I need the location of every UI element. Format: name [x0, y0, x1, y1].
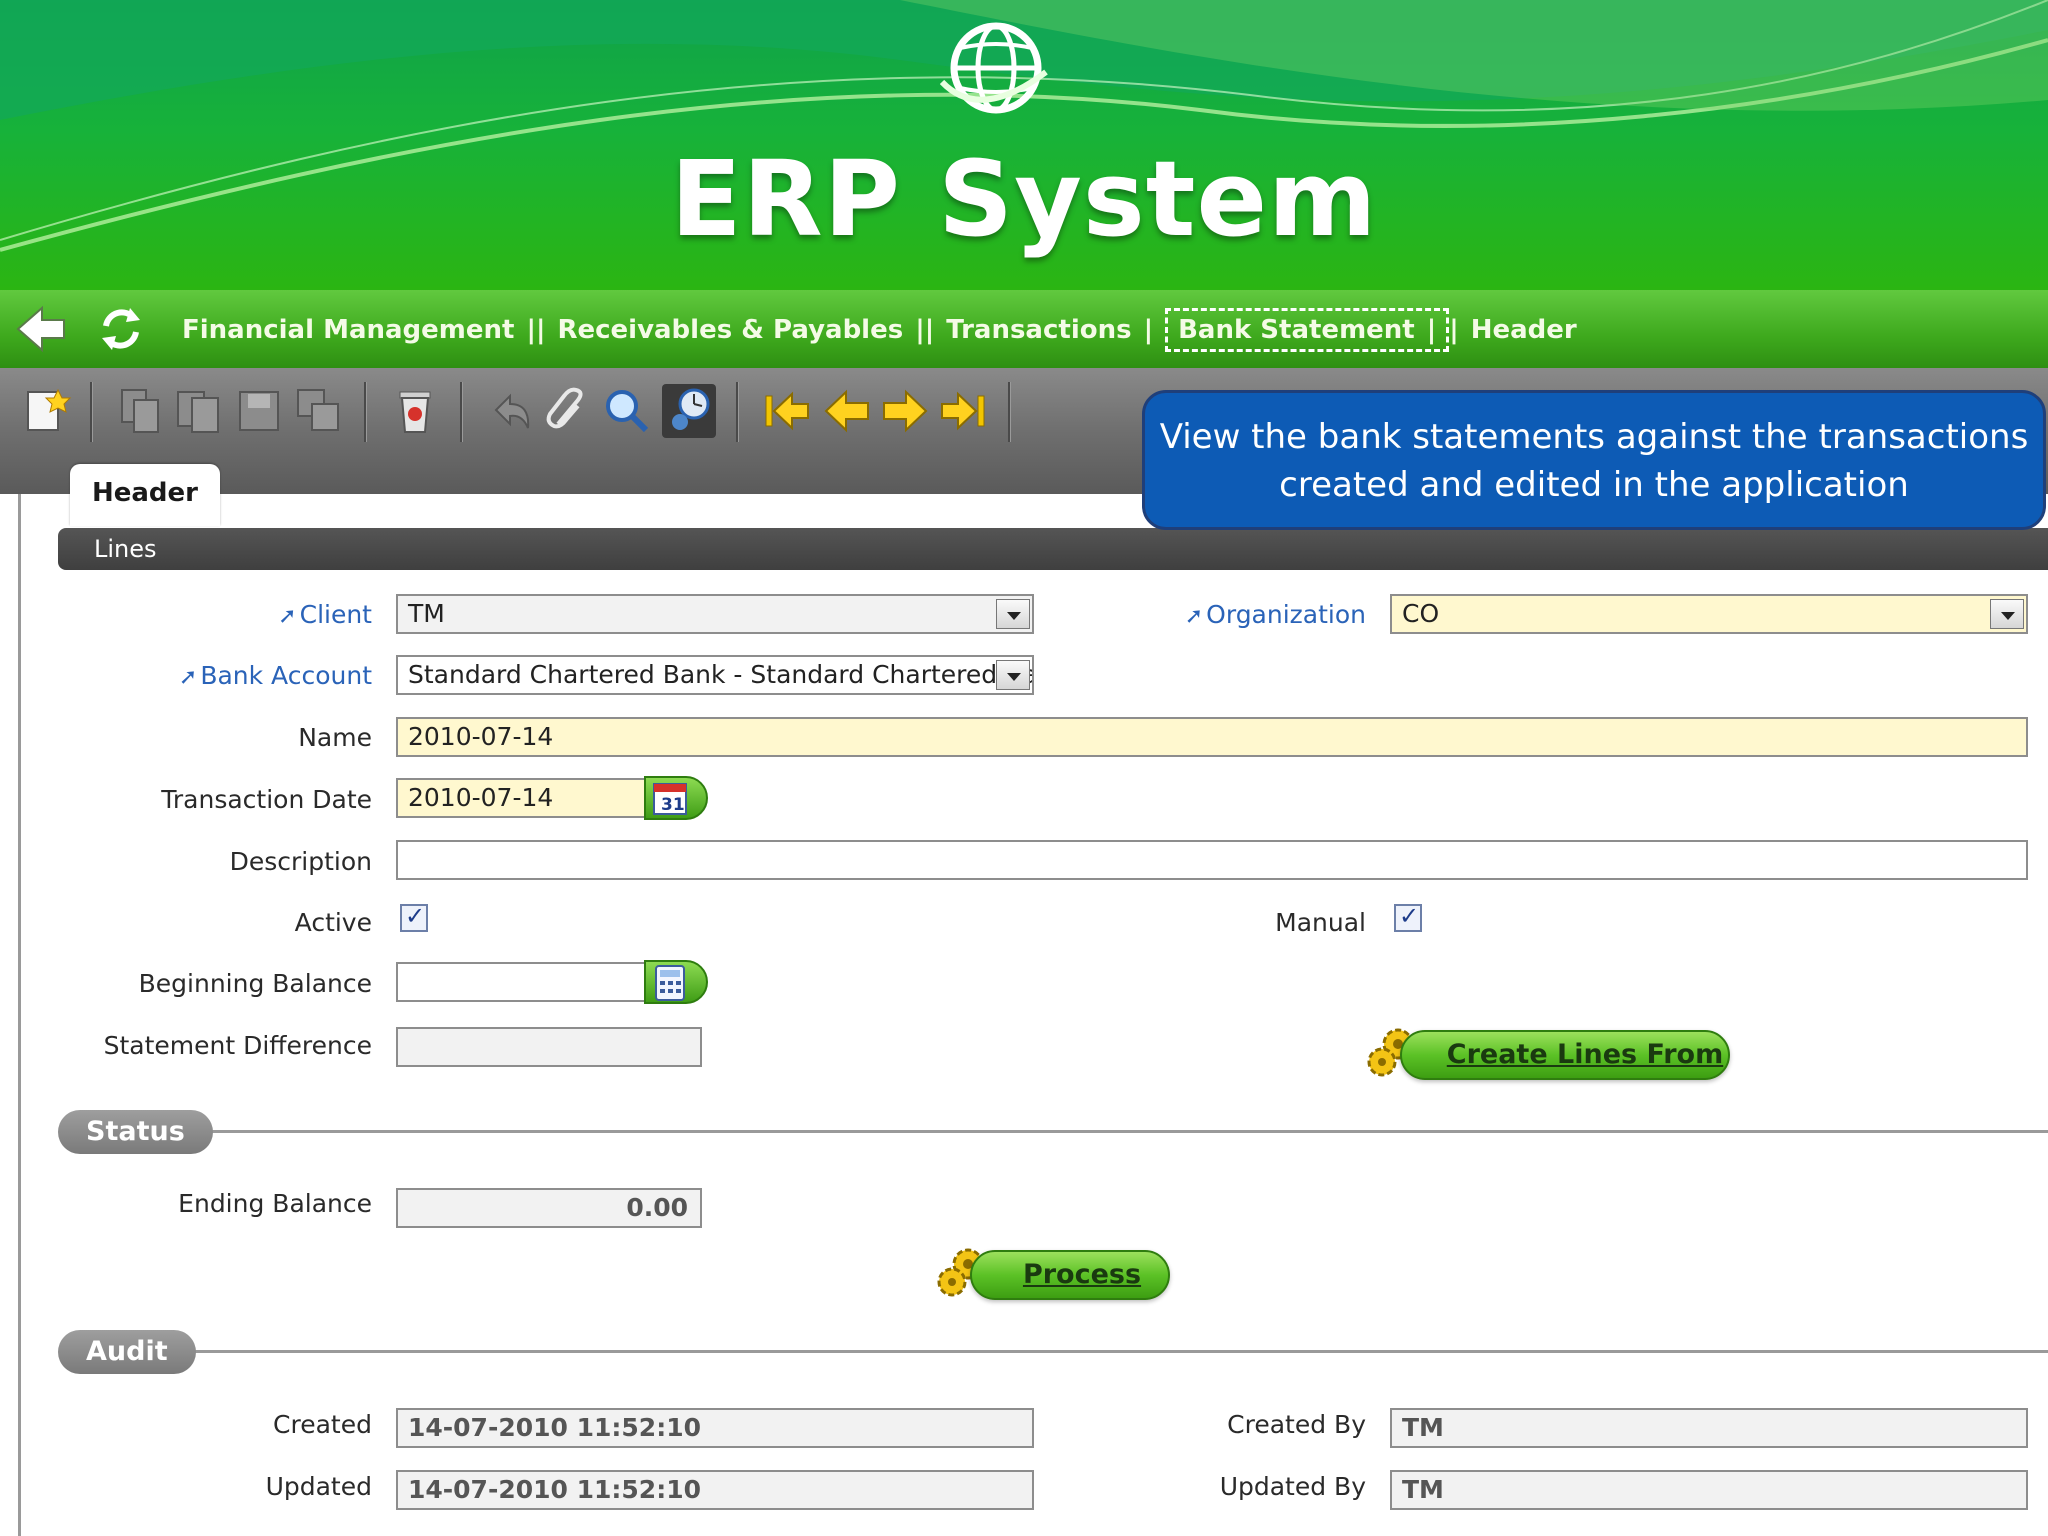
copy-icon[interactable] — [114, 384, 168, 438]
back-arrow-icon[interactable] — [14, 304, 68, 354]
process-button[interactable]: Process — [970, 1250, 1170, 1300]
tab-header[interactable]: Header — [70, 464, 220, 526]
app-title: ERP System — [670, 138, 1378, 260]
toolbar-separator — [90, 382, 93, 442]
save-icon[interactable] — [232, 384, 286, 438]
statement-difference-field — [396, 1027, 702, 1067]
globe-logo-icon — [940, 22, 1048, 114]
breadcrumb: Financial Management || Receivables & Pa… — [182, 308, 1577, 352]
calendar-day: 31 — [661, 795, 685, 815]
bank-account-label-text: Bank Account — [200, 661, 372, 690]
refresh-icon[interactable] — [96, 304, 146, 354]
chevron-down-icon[interactable] — [996, 660, 1030, 690]
breadcrumb-separator: | — [1143, 315, 1154, 345]
toolbar-separator — [1008, 382, 1011, 442]
client-select[interactable]: TM — [396, 594, 1034, 634]
updated-field: 14-07-2010 11:52:10 — [396, 1470, 1034, 1510]
link-arrow-icon: ➚ — [178, 665, 198, 690]
updated-by-label: Updated By — [1219, 1472, 1366, 1501]
copy-record-icon[interactable] — [172, 384, 226, 438]
ending-balance-label: Ending Balance — [178, 1189, 372, 1218]
section-divider — [178, 1350, 2048, 1353]
bank-account-select[interactable]: Standard Chartered Bank - Standard Chart… — [396, 655, 1034, 695]
created-by-field: TM — [1390, 1408, 2028, 1448]
link-arrow-icon: ➚ — [278, 604, 297, 629]
breadcrumb-bank-statement[interactable]: Bank Statement | — [1165, 308, 1450, 352]
calendar-icon: 31 — [653, 783, 687, 815]
breadcrumb-separator: || — [915, 315, 935, 345]
breadcrumb-transactions[interactable]: Transactions — [946, 315, 1131, 345]
toolbar-separator — [364, 382, 367, 442]
beginning-balance-label: Beginning Balance — [138, 969, 372, 998]
description-field[interactable] — [396, 840, 2028, 880]
organization-label[interactable]: ➚ Organization — [1185, 600, 1366, 629]
app-banner: ERP System — [0, 0, 2048, 290]
new-record-icon[interactable] — [20, 384, 74, 438]
created-label: Created — [273, 1410, 372, 1439]
last-record-icon[interactable] — [936, 384, 990, 438]
organization-value: CO — [1402, 599, 1440, 628]
breadcrumb-separator: || — [526, 315, 546, 345]
tab-lines[interactable]: Lines — [58, 528, 2048, 570]
name-label: Name — [298, 723, 372, 752]
calculator-button[interactable] — [644, 960, 708, 1004]
created-by-label: Created By — [1227, 1410, 1366, 1439]
manual-label: Manual — [1275, 908, 1366, 937]
history-icon[interactable] — [662, 384, 716, 438]
undo-icon[interactable] — [484, 384, 538, 438]
toolbar-separator — [736, 382, 739, 442]
status-section-title[interactable]: Status — [58, 1110, 213, 1154]
created-field: 14-07-2010 11:52:10 — [396, 1408, 1034, 1448]
audit-section: Audit — [58, 1330, 2048, 1374]
form-area — [18, 494, 2048, 1536]
breadcrumb-header[interactable]: Header — [1471, 315, 1577, 345]
active-checkbox[interactable] — [400, 902, 428, 932]
calculator-icon — [655, 965, 685, 1001]
first-record-icon[interactable] — [760, 384, 814, 438]
organization-label-text: Organization — [1206, 600, 1366, 629]
manual-checkbox[interactable] — [1394, 902, 1422, 932]
transaction-date-label: Transaction Date — [161, 785, 372, 814]
statement-difference-label: Statement Difference — [103, 1031, 372, 1060]
active-label: Active — [294, 908, 372, 937]
calendar-button[interactable]: 31 — [644, 776, 708, 820]
save-copy-icon[interactable] — [292, 384, 346, 438]
client-label[interactable]: ➚ Client — [278, 600, 372, 629]
updated-label: Updated — [265, 1472, 372, 1501]
description-label: Description — [229, 847, 372, 876]
audit-section-title[interactable]: Audit — [58, 1330, 196, 1374]
breadcrumb-separator: | — [1449, 315, 1459, 345]
delete-icon[interactable] — [388, 384, 442, 438]
previous-record-icon[interactable] — [820, 384, 874, 438]
breadcrumb-bank-statement-label: Bank Statement — [1178, 315, 1415, 345]
next-record-icon[interactable] — [878, 384, 932, 438]
breadcrumb-financial-management[interactable]: Financial Management — [182, 315, 514, 345]
client-label-text: Client — [299, 600, 372, 629]
breadcrumb-separator: | — [1426, 315, 1437, 345]
search-icon[interactable] — [600, 384, 654, 438]
breadcrumb-bar: Financial Management || Receivables & Pa… — [0, 290, 2048, 368]
updated-by-field: TM — [1390, 1470, 2028, 1510]
section-divider — [188, 1130, 2048, 1133]
client-value: TM — [408, 599, 445, 628]
name-field[interactable]: 2010-07-14 — [396, 717, 2028, 757]
breadcrumb-receivables-payables[interactable]: Receivables & Payables — [557, 315, 903, 345]
toolbar-separator — [460, 382, 463, 442]
link-arrow-icon: ➚ — [1184, 604, 1204, 629]
bank-account-label[interactable]: ➚ Bank Account — [179, 661, 372, 690]
organization-select[interactable]: CO — [1390, 594, 2028, 634]
beginning-balance-field[interactable] — [396, 962, 648, 1002]
ending-balance-field: 0.00 — [396, 1188, 702, 1228]
attachment-icon[interactable] — [540, 384, 594, 438]
create-lines-from-button[interactable]: Create Lines From — [1400, 1030, 1730, 1080]
callout-line-2: created and edited in the application — [1279, 465, 1909, 505]
info-callout: View the bank statements against the tra… — [1142, 390, 2046, 530]
status-section: Status — [58, 1110, 2048, 1154]
callout-line-1: View the bank statements against the tra… — [1159, 417, 2029, 457]
transaction-date-field[interactable]: 2010-07-14 — [396, 778, 648, 818]
chevron-down-icon[interactable] — [1990, 599, 2024, 629]
bank-account-value: Standard Chartered Bank - Standard Chart… — [408, 660, 1034, 689]
chevron-down-icon[interactable] — [996, 599, 1030, 629]
